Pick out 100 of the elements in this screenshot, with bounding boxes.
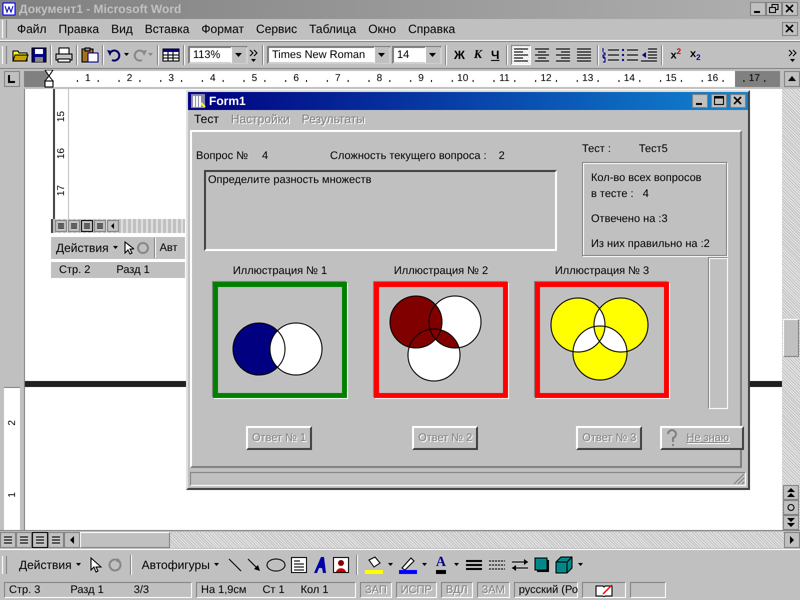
- bulleted-list-icon[interactable]: [621, 46, 640, 63]
- menu-item[interactable]: Формат: [195, 20, 250, 38]
- font-size-dropdown[interactable]: 14: [392, 46, 442, 64]
- table-icon[interactable]: [162, 46, 180, 63]
- scroll-right-icon[interactable]: [784, 532, 800, 548]
- status-text: 3/3: [134, 584, 150, 596]
- arrow-style-icon[interactable]: [510, 558, 529, 572]
- resize-grip-icon[interactable]: [733, 473, 745, 485]
- close-icon[interactable]: [730, 94, 746, 108]
- dash-style-icon[interactable]: [488, 558, 506, 572]
- autoshapes-menu-button[interactable]: Автофигуры: [138, 556, 223, 574]
- caret-icon[interactable]: [124, 52, 130, 57]
- print-icon[interactable]: [55, 46, 73, 63]
- zoom-dropdown[interactable]: 113%: [188, 46, 248, 64]
- test-label: Тест :: [582, 143, 611, 155]
- caret-icon[interactable]: [578, 563, 584, 568]
- previous-page-icon[interactable]: [783, 485, 799, 500]
- illustration-frame[interactable]: [213, 282, 347, 398]
- view-icon[interactable]: [55, 220, 67, 232]
- arrow-icon[interactable]: [246, 558, 261, 572]
- paint-bucket-icon[interactable]: [364, 556, 383, 574]
- clipboard-icon[interactable]: [81, 46, 99, 63]
- menu-item[interactable]: Тест: [194, 112, 219, 126]
- ruler-number: 3: [167, 73, 175, 84]
- scroll-up-icon[interactable]: [784, 70, 800, 87]
- numbered-list-icon[interactable]: [602, 46, 620, 63]
- close-icon[interactable]: [782, 22, 798, 36]
- pen-icon[interactable]: [398, 556, 417, 574]
- shadow-icon[interactable]: [534, 557, 550, 574]
- vertical-scrollbar[interactable]: [782, 88, 800, 530]
- scroll-thumb[interactable]: [80, 532, 170, 548]
- caret-icon[interactable]: [422, 563, 428, 568]
- menu-item[interactable]: Правка: [52, 20, 106, 38]
- picture-icon[interactable]: [332, 557, 349, 574]
- outline-icon[interactable]: [94, 220, 106, 232]
- cursor-icon[interactable]: [124, 240, 134, 255]
- status-text: На 1,9см: [201, 584, 246, 596]
- page-view-icon[interactable]: [81, 220, 93, 232]
- web-view-icon[interactable]: [16, 532, 32, 548]
- menu-item[interactable]: Вид: [105, 20, 139, 38]
- caret-icon: [374, 46, 389, 63]
- menu-item[interactable]: Файл: [11, 20, 53, 38]
- minimize-icon[interactable]: [692, 94, 708, 108]
- next-page-icon[interactable]: [783, 515, 799, 530]
- ruler-number: 4: [209, 73, 217, 84]
- wordart-icon[interactable]: [312, 556, 328, 574]
- menu-item[interactable]: Окно: [362, 20, 402, 38]
- browse-object-icon[interactable]: [783, 500, 799, 516]
- font-color-button[interactable]: A: [432, 554, 449, 576]
- ruler-number: 9: [417, 73, 425, 84]
- toolbar-label[interactable]: Авт: [160, 242, 178, 254]
- document-icon: [2, 2, 16, 16]
- illustration-frame[interactable]: [374, 282, 508, 398]
- maximize-icon[interactable]: [711, 94, 727, 108]
- indent-marker-icon[interactable]: [44, 70, 54, 88]
- ruler-number: 1: [6, 492, 18, 498]
- scroll-left-icon[interactable]: [64, 532, 80, 548]
- ruler-number: 11: [498, 73, 511, 84]
- difficulty-value: 2: [498, 150, 505, 162]
- ruler-number: 2: [6, 420, 18, 426]
- page-view-icon[interactable]: [32, 532, 48, 548]
- scroll-thumb[interactable]: [783, 318, 799, 357]
- ruler-number: 1: [84, 73, 92, 84]
- stats-text: Отвечено на :3: [591, 212, 669, 227]
- status-text: Разд 1: [70, 584, 104, 596]
- chevron-icon[interactable]: [249, 48, 259, 62]
- decrease-indent-icon[interactable]: [640, 46, 658, 63]
- question-mark-icon: [666, 429, 678, 447]
- web-view-icon[interactable]: [68, 220, 80, 232]
- caret-icon[interactable]: [454, 563, 460, 568]
- minimize-icon[interactable]: [750, 2, 766, 16]
- cursor-icon[interactable]: [90, 557, 102, 574]
- illustration-frame[interactable]: [535, 282, 669, 398]
- actions-menu-button[interactable]: Действия: [53, 238, 122, 257]
- ruler-number: 16: [56, 148, 67, 160]
- restore-icon[interactable]: [766, 2, 782, 16]
- menu-item[interactable]: Таблица: [303, 20, 362, 38]
- outline-icon[interactable]: [48, 532, 64, 548]
- line-icon[interactable]: [228, 558, 242, 572]
- font-dropdown[interactable]: Times New Roman: [267, 46, 391, 64]
- text-box-icon[interactable]: [290, 557, 307, 574]
- line-style-icon[interactable]: [464, 558, 483, 572]
- save-icon[interactable]: [31, 46, 47, 63]
- scroll-left-icon[interactable]: [107, 220, 119, 232]
- 3d-cube-icon[interactable]: [554, 556, 573, 574]
- chevron-icon[interactable]: [788, 48, 798, 62]
- caret-icon[interactable]: [388, 563, 394, 568]
- caret-icon: [76, 563, 82, 568]
- menu-item[interactable]: Вставка: [138, 20, 196, 38]
- actions-menu-button[interactable]: Действия: [16, 556, 85, 574]
- tab-stop-icon[interactable]: [4, 70, 20, 87]
- question-number: 4: [262, 150, 270, 162]
- caret-icon: [112, 246, 119, 250]
- menu-item[interactable]: Сервис: [250, 20, 304, 38]
- undo-icon[interactable]: [107, 46, 123, 63]
- close-icon[interactable]: [782, 2, 798, 16]
- view-icon[interactable]: [0, 532, 16, 548]
- align-button[interactable]: [511, 44, 532, 65]
- menu-item[interactable]: Справка: [402, 20, 462, 38]
- oval-icon[interactable]: [266, 558, 286, 572]
